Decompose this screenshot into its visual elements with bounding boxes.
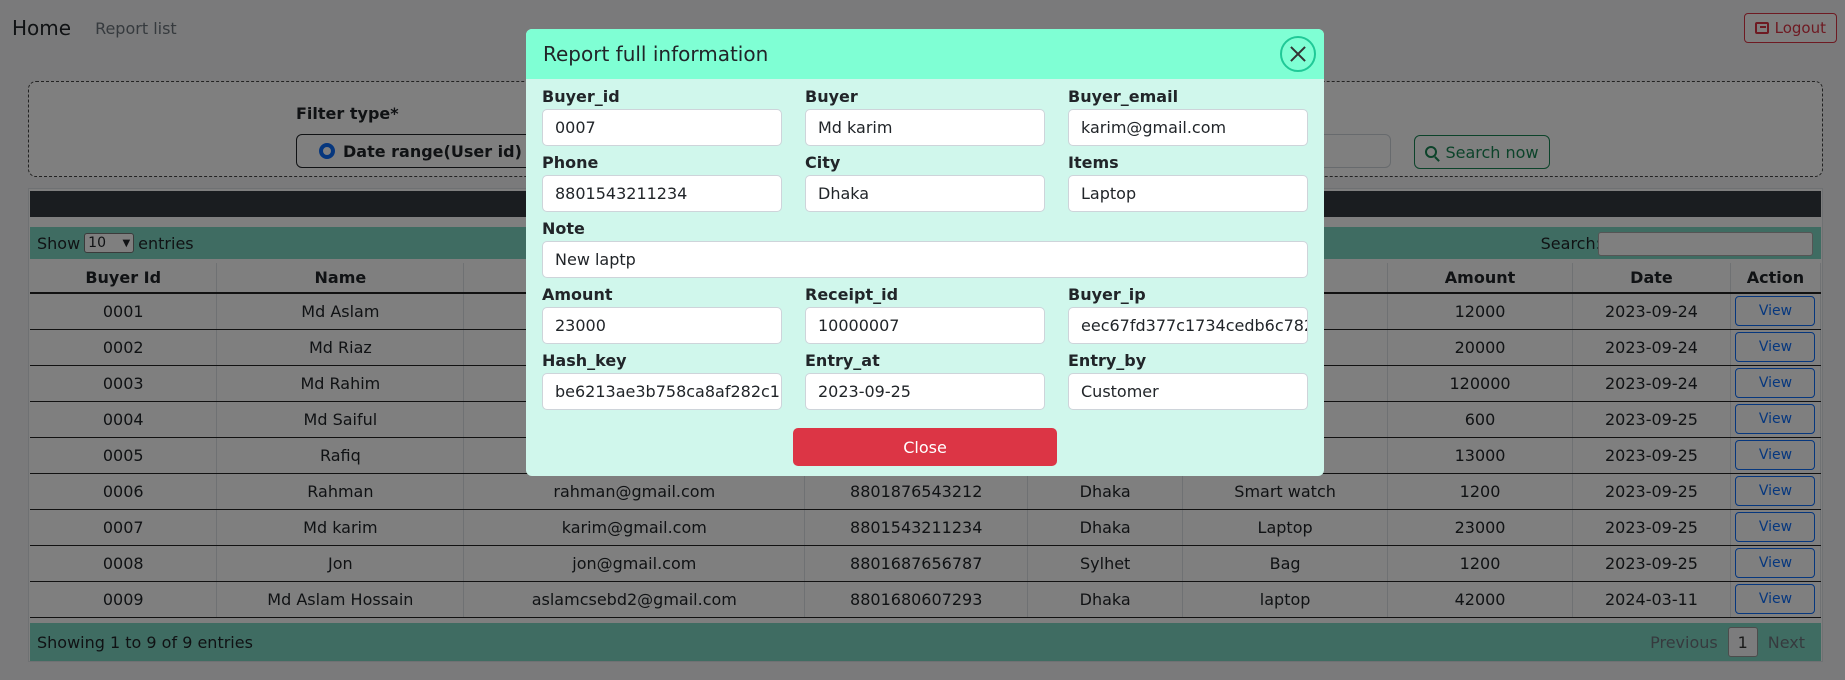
city-label: City <box>805 153 841 172</box>
amount-label: Amount <box>542 285 613 304</box>
hash-key-label: Hash_key <box>542 351 627 370</box>
phone-label: Phone <box>542 153 599 172</box>
city-field[interactable]: Dhaka <box>805 175 1045 212</box>
entry-by-field[interactable]: Customer <box>1068 373 1308 410</box>
buyer-ip-label: Buyer_ip <box>1068 285 1146 304</box>
entry-at-field[interactable]: 2023-09-25 <box>805 373 1045 410</box>
modal-title: Report full information <box>543 42 769 66</box>
modal-header: Report full information <box>526 29 1324 79</box>
hash-key-field[interactable]: be6213ae3b758ca8af282c150 <box>542 373 782 410</box>
items-field[interactable]: Laptop <box>1068 175 1308 212</box>
modal-close-button[interactable]: Close <box>793 428 1057 466</box>
buyer-id-label: Buyer_id <box>542 87 620 106</box>
buyer-email-label: Buyer_email <box>1068 87 1179 106</box>
buyer-id-field[interactable]: 0007 <box>542 109 782 146</box>
note-field[interactable]: New laptp <box>542 241 1308 278</box>
note-label: Note <box>542 219 585 238</box>
entry-by-label: Entry_by <box>1068 351 1147 370</box>
receipt-id-field[interactable]: 10000007 <box>805 307 1045 344</box>
modal-close-x-button[interactable] <box>1280 36 1316 72</box>
buyer-ip-field[interactable]: eec67fd377c1734cedb6c7827 <box>1068 307 1308 344</box>
phone-field[interactable]: 8801543211234 <box>542 175 782 212</box>
receipt-id-label: Receipt_id <box>805 285 899 304</box>
close-icon <box>1289 45 1307 63</box>
buyer-email-field[interactable]: karim@gmail.com <box>1068 109 1308 146</box>
entry-at-label: Entry_at <box>805 351 880 370</box>
report-detail-modal: Report full information Buyer_id 0007 Bu… <box>526 29 1324 476</box>
amount-field[interactable]: 23000 <box>542 307 782 344</box>
items-label: Items <box>1068 153 1119 172</box>
buyer-label: Buyer <box>805 87 858 106</box>
buyer-field[interactable]: Md karim <box>805 109 1045 146</box>
